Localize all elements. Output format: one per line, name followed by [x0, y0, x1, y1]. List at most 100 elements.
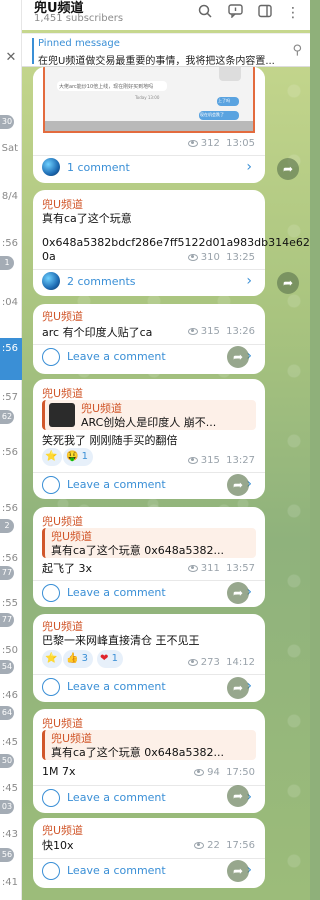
- share-button[interactable]: ➦: [227, 677, 249, 699]
- unread-badge[interactable]: 62: [0, 410, 14, 424]
- share-button[interactable]: ➦: [277, 272, 299, 294]
- leave-comment-button[interactable]: Leave a comment ›: [42, 475, 256, 497]
- leave-comment-button[interactable]: Leave a comment ›: [42, 861, 256, 883]
- message-meta: 311 13:57: [187, 563, 255, 574]
- message-time: 14:12: [226, 657, 255, 668]
- close-icon[interactable]: ✕: [0, 50, 22, 65]
- message-meta: 94 17:50: [194, 767, 255, 778]
- unread-badge[interactable]: 1: [0, 256, 14, 270]
- reply-quote[interactable]: 兜U频道 真有ca了这个玩意 0x648a5382...: [42, 528, 256, 558]
- chat-time[interactable]: :04: [0, 297, 22, 317]
- views-icon: [187, 564, 198, 572]
- chat-time[interactable]: :56: [0, 447, 22, 467]
- unread-badge[interactable]: 2: [0, 519, 14, 533]
- message-meta: 315 13:26: [187, 326, 255, 337]
- reaction-money[interactable]: 🤑 1: [63, 448, 94, 466]
- divider: [33, 580, 265, 581]
- share-button[interactable]: ➦: [277, 158, 299, 180]
- media-bar: [45, 121, 253, 131]
- unread-badge[interactable]: 64: [0, 706, 14, 720]
- share-button[interactable]: ➦: [227, 346, 249, 368]
- share-button[interactable]: ➦: [227, 860, 249, 882]
- pinned-text: 在兜U频道做交易最重要的事情，我将把这条内容置...: [38, 56, 275, 67]
- sidebar-item-active[interactable]: :56: [0, 338, 22, 380]
- chevron-right-icon: ›: [246, 159, 252, 175]
- message-text: 巴黎一来网峰直接清仓 王不见王: [42, 634, 200, 647]
- reaction-count: 3: [81, 653, 89, 664]
- message-meta: 312 13:05: [187, 138, 255, 149]
- reply-quote[interactable]: 兜U频道 真有ca了这个玩意 0x648a5382...: [42, 730, 256, 760]
- pinned-message-bar[interactable]: Pinned message 在兜U频道做交易最重要的事情，我将把这条内容置..…: [22, 33, 310, 67]
- message-meta: 273 14:12: [187, 657, 255, 668]
- leave-comment-button[interactable]: Leave a comment ›: [42, 677, 256, 699]
- search-icon[interactable]: [196, 4, 214, 22]
- view-count: 315: [200, 455, 220, 466]
- unread-badge[interactable]: 03: [0, 800, 14, 814]
- media-screenshot[interactable]: 大佬arc能炒10倍上线，现在刚好买到地吗 Today 13:00 上了吗 现在…: [33, 67, 265, 133]
- channel-header[interactable]: 兜U频道 1,451 subscribers ⋮: [22, 0, 310, 30]
- unread-badge[interactable]: 77: [0, 613, 14, 627]
- comments-label: 2 comments: [67, 275, 136, 288]
- share-button[interactable]: ➦: [227, 785, 249, 807]
- share-button[interactable]: ➦: [227, 474, 249, 496]
- divider: [33, 674, 265, 675]
- view-count: 315: [200, 326, 220, 337]
- reaction-star[interactable]: ⭐: [42, 448, 63, 466]
- reply-text: 真有ca了这个玩意 0x648a5382...: [51, 544, 225, 557]
- comment-icon: [42, 789, 60, 807]
- share-button[interactable]: ➦: [227, 582, 249, 604]
- reaction-emoji: 🤑: [66, 451, 79, 462]
- unread-badge[interactable]: 77: [0, 566, 14, 580]
- divider: [33, 344, 265, 345]
- reaction-thumbs-up[interactable]: 👍 3: [63, 650, 94, 668]
- reaction-emoji: ⭐: [45, 451, 58, 462]
- chat-time: :56: [1, 343, 18, 354]
- chat-time[interactable]: 8/4: [0, 191, 22, 211]
- live-chat-icon[interactable]: [226, 4, 244, 22]
- chat-list-sidebar[interactable]: 30 Sat 8/4 :56 1 :04 :56 :57 62 :56 :56 …: [0, 0, 22, 900]
- leave-comment-button[interactable]: Leave a comment ›: [42, 583, 256, 605]
- divider: [33, 785, 265, 786]
- unread-badge[interactable]: 54: [0, 660, 14, 674]
- more-icon[interactable]: ⋮: [284, 4, 302, 22]
- reaction-emoji: ⭐: [45, 653, 58, 664]
- chat-time[interactable]: :41: [0, 877, 22, 897]
- reaction-star[interactable]: ⭐: [42, 650, 63, 668]
- view-count: 312: [200, 138, 220, 149]
- message-bubble[interactable]: 兜U频道 真有ca了这个玩意 0x648a5382bdcf286e7ff5122…: [33, 190, 310, 296]
- unread-badge[interactable]: 30: [0, 115, 14, 129]
- view-count: 310: [200, 252, 220, 263]
- comments-label: Leave a comment: [67, 478, 166, 491]
- divider: [33, 155, 265, 156]
- leave-comment-button[interactable]: Leave a comment ›: [42, 788, 256, 810]
- comments-label: Leave a comment: [67, 350, 166, 363]
- comments-label: Leave a comment: [67, 680, 166, 693]
- reply-quote[interactable]: 兜U频道 ARC创始人是印度人 崩不...: [42, 400, 256, 430]
- chat-time[interactable]: :43: [0, 829, 22, 849]
- side-panel-icon[interactable]: [256, 4, 274, 22]
- comments-label: 1 comment: [67, 161, 130, 174]
- comments-button[interactable]: 1 comment ›: [42, 158, 256, 180]
- reaction-count: 1: [111, 653, 118, 664]
- chat-time[interactable]: :57: [0, 392, 22, 412]
- reaction-heart[interactable]: ❤ 1: [97, 650, 123, 668]
- unread-badge[interactable]: 50: [0, 754, 14, 768]
- message-text: arc 有个印度人贴了ca: [42, 326, 153, 339]
- comments-button[interactable]: 2 comments ›: [42, 272, 256, 294]
- view-count: 22: [207, 840, 220, 851]
- leave-comment-button[interactable]: Leave a comment ›: [42, 347, 256, 369]
- message-bubble[interactable]: 大佬arc能炒10倍上线，现在刚好买到地吗 Today 13:00 上了吗 现在…: [33, 67, 265, 183]
- unread-badge[interactable]: 56: [0, 848, 14, 862]
- views-icon: [187, 658, 198, 666]
- divider: [33, 858, 265, 859]
- reaction-count: 1: [81, 451, 89, 462]
- chat-time[interactable]: :56: [0, 238, 22, 258]
- reaction-emoji: 👍: [66, 653, 79, 664]
- search-icon: [219, 67, 241, 81]
- pin-list-icon[interactable]: ⚲: [292, 43, 302, 58]
- chat-time[interactable]: Sat: [0, 143, 22, 163]
- views-icon: [194, 768, 205, 776]
- comment-icon: [42, 678, 60, 696]
- message-author: 兜U频道: [42, 717, 84, 730]
- message-text: 笑死我了 刚刚随手买的翻倍: [42, 434, 178, 447]
